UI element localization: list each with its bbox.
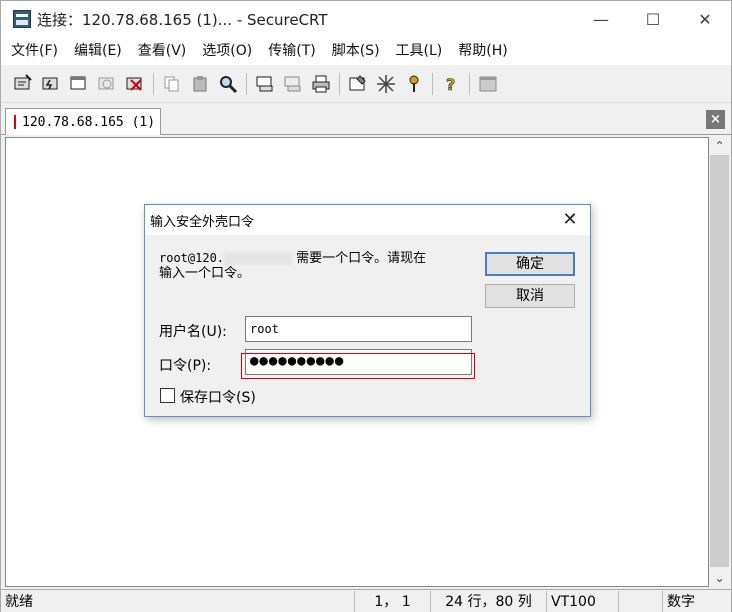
ok-button[interactable]: 确定 (485, 252, 575, 276)
key-icon[interactable] (402, 72, 426, 96)
securecrt-window: 连接：120.78.68.165 (1)... - SecureCRT — ☐ … (0, 0, 732, 612)
password-label: 口令(P): (159, 358, 212, 374)
svg-text:?: ? (446, 75, 455, 94)
session-options-icon[interactable] (346, 72, 370, 96)
paste-icon[interactable] (188, 72, 212, 96)
highlight-annotation-box (241, 353, 475, 379)
session-tab[interactable]: 120.78.68.165 (1) (5, 108, 161, 135)
menu-script[interactable]: 脚本(S) (324, 37, 388, 65)
scroll-up-icon[interactable]: ⌃ (709, 137, 730, 155)
connect-icon[interactable] (11, 72, 35, 96)
disconnect-icon[interactable] (123, 72, 147, 96)
session-tab-strip: 120.78.68.165 (1) × (1, 103, 731, 135)
status-numlock: 数字 (667, 593, 695, 610)
copy-icon[interactable] (160, 72, 184, 96)
status-ready: 就绪 (1, 590, 355, 612)
username-label: 用户名(U): (159, 324, 227, 340)
help-icon[interactable]: ? (439, 72, 463, 96)
save-password-checkbox[interactable] (160, 388, 175, 403)
dialog-title-bar: 输入安全外壳口令 ✕ (145, 205, 590, 235)
dialog-message: root@120. 需要一个口令。请现在 输入一个口令。 (159, 251, 469, 281)
session-tab-label: 120.78.68.165 (1) (22, 114, 156, 130)
dialog-message-host: root@120. (159, 251, 225, 265)
securecrt-app-icon (13, 10, 31, 28)
menu-help[interactable]: 帮助(H) (450, 37, 515, 65)
toolbar-separator (246, 72, 247, 95)
window-controls: — ☐ ✕ (575, 1, 731, 37)
maximize-button[interactable]: ☐ (627, 1, 679, 37)
toolbar-separator (432, 72, 433, 95)
quick-connect-icon[interactable] (39, 72, 63, 96)
minimize-button[interactable]: — (575, 1, 627, 37)
dialog-close-icon[interactable]: ✕ (560, 210, 580, 230)
title-bar: 连接：120.78.68.165 (1)... - SecureCRT — ☐ … (1, 1, 731, 37)
toolbar-separator (153, 72, 154, 95)
global-options-icon[interactable] (374, 72, 398, 96)
menu-tools[interactable]: 工具(L) (388, 37, 451, 65)
print-screen-icon[interactable] (253, 72, 277, 96)
status-bar: 就绪 1， 1 24 行，80 列 VT100 数字 (1, 589, 731, 612)
dialog-message-line1: 需要一个口令。请现在 (296, 251, 427, 266)
toolbar-separator (469, 72, 470, 95)
ssh-password-dialog: 输入安全外壳口令 ✕ root@120. 需要一个口令。请现在 输入一个口令。 … (144, 204, 591, 417)
menu-bar: 文件(F) 编辑(E) 查看(V) 选项(O) 传输(T) 脚本(S) 工具(L… (1, 37, 731, 65)
status-cursor-position: 1， 1 (355, 590, 431, 612)
menu-edit[interactable]: 编辑(E) (66, 37, 130, 65)
find-icon[interactable] (216, 72, 240, 96)
close-window-button[interactable]: ✕ (679, 1, 731, 37)
dialog-message-line2: 输入一个口令。 (159, 266, 251, 281)
reconnect-icon[interactable] (95, 72, 119, 96)
username-field[interactable]: root (245, 316, 472, 342)
redacted-ip (224, 252, 293, 265)
tab-status-marker (14, 115, 16, 129)
about-icon[interactable] (476, 72, 500, 96)
print-selection-icon[interactable] (281, 72, 305, 96)
status-terminal-size: 24 行，80 列 (431, 590, 547, 612)
status-emulation: VT100 (547, 590, 619, 612)
cancel-button[interactable]: 取消 (485, 284, 575, 308)
print-icon[interactable] (309, 72, 333, 96)
menu-transfer[interactable]: 传输(T) (260, 37, 323, 65)
scrollbar-track[interactable] (710, 155, 729, 567)
menu-options[interactable]: 选项(O) (194, 37, 260, 65)
status-blank (619, 590, 663, 612)
close-tab-icon[interactable]: × (706, 110, 725, 129)
vertical-scrollbar[interactable]: ⌃ ⌄ (709, 137, 730, 587)
save-password-label[interactable]: 保存口令(S) (180, 387, 256, 407)
connect-tab-icon[interactable] (67, 72, 91, 96)
toolbar: ? (1, 65, 731, 103)
window-title: 连接：120.78.68.165 (1)... - SecureCRT (37, 10, 328, 29)
menu-view[interactable]: 查看(V) (130, 37, 195, 65)
dialog-title: 输入安全外壳口令 (150, 214, 255, 230)
toolbar-separator (339, 72, 340, 95)
menu-file[interactable]: 文件(F) (3, 37, 66, 65)
scroll-down-icon[interactable]: ⌄ (709, 569, 730, 587)
